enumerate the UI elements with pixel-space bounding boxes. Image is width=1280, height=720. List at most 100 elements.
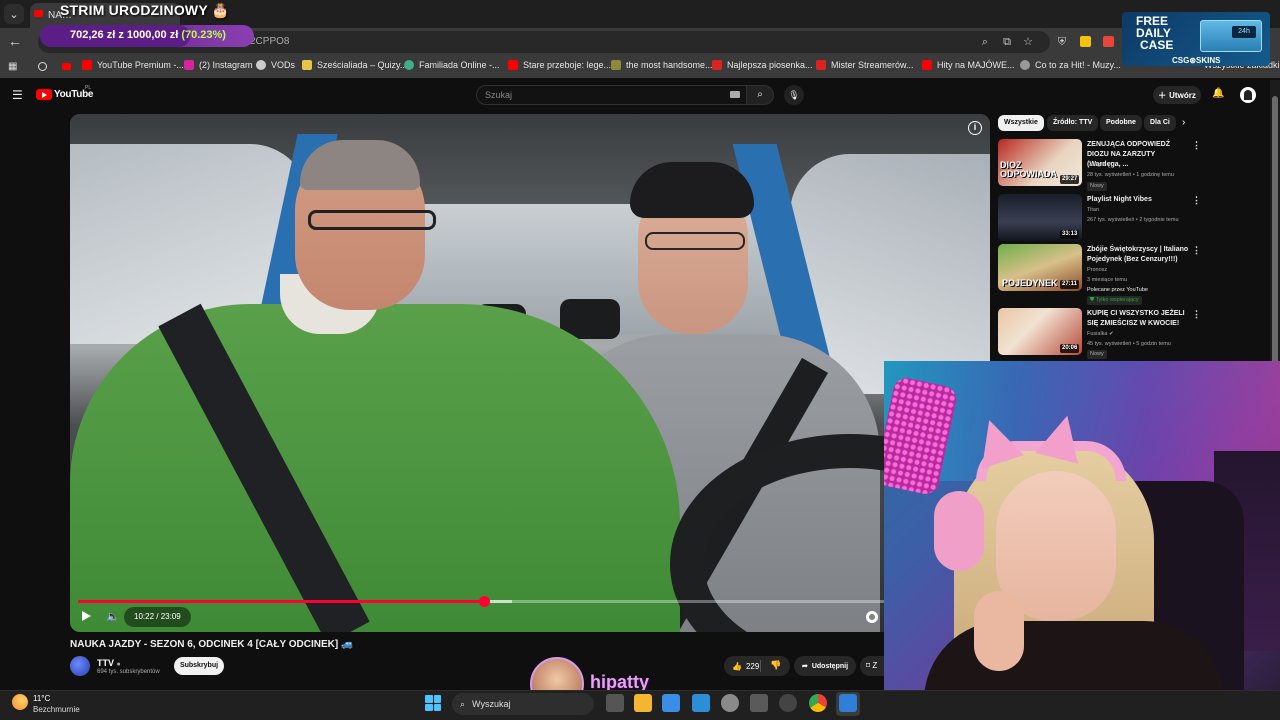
taskbar-search[interactable]: ⌕ Wyszukaj [452,693,594,715]
bookmark-youtube-premium[interactable]: YouTube Premium -... [82,60,184,70]
chip-source-ttv[interactable]: Źródło: TTV [1047,115,1099,131]
verified-icon: ● [116,661,121,668]
weather-temperature[interactable]: 11°C [33,694,50,703]
rec-thumbnail[interactable]: 33:13 [998,194,1082,241]
zoom-icon[interactable]: ⌕ [978,35,992,49]
video-scrubber-handle[interactable] [478,596,490,607]
active-window-icon[interactable] [839,694,857,712]
bookmark-szescialiada[interactable]: Sześcialiada – Quizy... [302,60,407,70]
volume-icon[interactable]: 🔈 [106,610,120,623]
tab-search-button[interactable]: ⌄ [4,4,24,24]
apps-grid-icon[interactable]: ▦ [8,61,17,72]
screenshot-tool-icon[interactable] [692,694,710,712]
bookmark-star-icon[interactable]: ☆ [1021,35,1035,49]
keyboard-icon[interactable] [730,91,740,98]
search-icon: ⌕ [757,89,763,100]
rec-title[interactable]: KUPIĘ CI WSZYSTKO JEŻELI SIĘ ZMIEŚCISZ W… [1087,309,1189,329]
notifications-bell-icon[interactable]: 🔔 [1212,88,1224,99]
bookmark-familiada[interactable]: Familiada Online -... [404,60,500,70]
more-options-icon[interactable]: ⋮ [1192,309,1201,320]
settings-gear-icon[interactable] [866,611,878,623]
share-button[interactable]: ➦ Udostępnij [794,656,856,676]
video-time: 10:22 / 23:09 [124,607,191,627]
channel-name[interactable]: TTV ● [97,658,121,668]
windows-start-icon[interactable] [425,695,441,711]
obs-icon[interactable] [779,694,797,712]
rec-thumbnail[interactable]: 20:06 [998,308,1082,355]
rec-members-badge: ⛊ Tylko wspierający [1087,296,1142,305]
install-app-icon[interactable]: ⧉ [1000,35,1014,49]
scrollbar-thumb[interactable] [1272,96,1278,366]
microsoft-store-icon[interactable] [662,694,680,712]
stream-goal-title: STRIM URODZINOWY 🎂 [60,2,230,18]
bookmark-most-handsome[interactable]: the most handsome... [611,60,713,70]
bookmark-label: Familiada Online -... [419,60,500,70]
task-view-icon[interactable] [606,694,624,712]
weather-description[interactable]: Bezchmurnie [33,705,80,714]
rec-channel[interactable]: Titan [1087,207,1099,213]
bookmark-label: Co to za Hit! - Muzy... [1035,60,1121,70]
extension-red-icon[interactable] [1103,36,1114,47]
rec-title[interactable]: Playlist Night Vibes [1087,195,1189,205]
chip-for-you[interactable]: Dla Ci [1144,115,1176,131]
more-options-icon[interactable]: ⋮ [1192,140,1201,151]
chip-similar[interactable]: Podobne [1100,115,1142,131]
video-progress-played [78,600,484,603]
extension-yellow-icon[interactable] [1080,36,1091,47]
microphone-icon[interactable]: 🎙 [784,85,804,105]
play-icon[interactable] [82,611,91,621]
youtube-region-code: PL [85,85,92,91]
file-explorer-icon[interactable] [634,694,652,712]
bookmark-co-to-za-hit[interactable]: Co to za Hit! - Muzy... [1020,60,1121,70]
bookmark-label: Stare przeboje: lege... [523,60,612,70]
more-options-icon[interactable]: ⋮ [1192,195,1201,206]
rec-thumbnail[interactable]: POJEDYNEK 27:11 [998,244,1082,291]
create-button[interactable]: ＋ Utwórz [1153,86,1201,104]
rec-channel[interactable]: Fusialka ✔ [1087,331,1114,337]
rec-title[interactable]: Zbójie Świętokrzyscy | Italiano Pojedyne… [1087,245,1189,265]
info-icon[interactable]: i [968,121,982,135]
bookmark-hity-majowe[interactable]: Hity na MAJÓWE... [922,60,1015,70]
bookmark-vods[interactable]: VODs [256,60,295,70]
bookmark-label: Sześcialiada – Quizy... [317,60,408,70]
chevron-right-icon[interactable]: › [1182,117,1185,128]
extension-icon[interactable]: ⛨ [1055,35,1069,49]
search-button[interactable]: ⌕ [746,85,774,105]
hamburger-menu-icon[interactable]: ☰ [12,88,23,102]
bookmark-label: VODs [271,60,296,70]
bookmark-circle-icon[interactable] [38,62,47,71]
rec-duration: 20:06 [1060,344,1080,353]
save-label: Z [872,661,878,670]
chip-all[interactable]: Wszystkie [998,115,1044,131]
chrome-icon[interactable] [809,694,827,712]
goal-progress-text: 702,26 zł z 1000,00 zł (70.23%) [70,29,226,41]
youtube-icon [82,60,92,70]
subscribe-button[interactable]: Subskrybuj [174,657,224,675]
music-icon [1020,60,1030,70]
youtube-bookmark-icon[interactable] [62,63,71,70]
rec-meta: 267 tys. wyświetleń • 2 tygodnie temu [1087,217,1179,223]
rec-new-badge: Nowy [1087,182,1107,191]
youtube-favicon-icon [34,10,43,17]
video-player[interactable]: i 🔈 10:22 / 23:09 [70,114,990,632]
more-options-icon[interactable]: ⋮ [1192,245,1201,256]
bookmark-najlepsza-piosenka[interactable]: Najlepsza piosenka... [712,60,813,70]
rec-thumbnail[interactable]: DIOZ ODPOWIADA 29:27 [998,139,1082,186]
rec-channel[interactable]: Genger ✔ [1087,162,1111,168]
settings-icon[interactable] [721,694,739,712]
url-text: 2CPPO8 [250,36,290,47]
bookmark-stare-przeboje[interactable]: Stare przeboje: lege... [508,60,611,70]
thumbs-down-icon[interactable]: 👎 [770,660,781,671]
webcam-overlay [884,361,1280,690]
bookmark-label: the most handsome... [626,60,713,70]
channel-avatar[interactable] [70,656,90,676]
back-arrow-icon[interactable]: ← [8,33,24,51]
app-icon[interactable] [750,694,768,712]
bookmark-instagram[interactable]: (2) Instagram [184,60,253,70]
rec-channel[interactable]: Pronosz [1087,267,1107,273]
thumb-caption: DIOZ ODPOWIADA [1000,160,1057,179]
rec-duration: 33:13 [1060,230,1080,239]
bookmark-mister-streamerow[interactable]: Mister Streamerów... [816,60,914,70]
weather-sun-icon[interactable] [12,694,28,710]
search-input[interactable]: Szukaj [476,85,748,105]
